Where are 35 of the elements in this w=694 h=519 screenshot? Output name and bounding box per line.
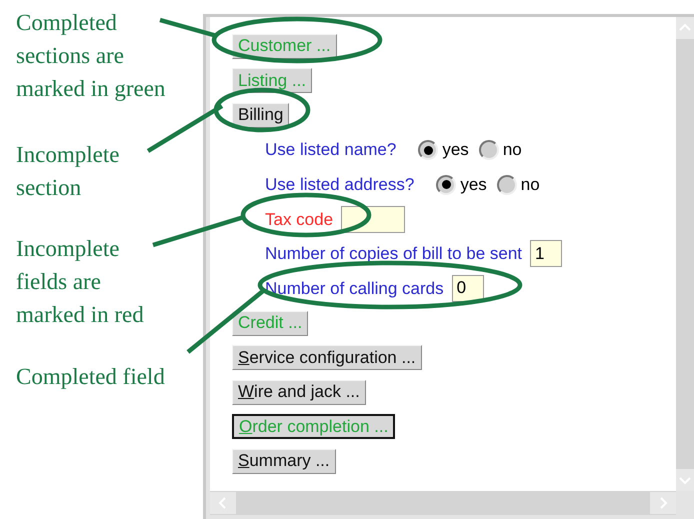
radio-button[interactable]: [418, 140, 438, 160]
horizontal-scrollbar[interactable]: [210, 491, 676, 515]
scroll-right-icon[interactable]: [650, 492, 676, 514]
field-label: Number of copies of bill to be sent: [265, 243, 522, 266]
callout-text: Incomplete: [16, 235, 120, 263]
section-button[interactable]: Wire and jack ...: [232, 380, 366, 405]
scroll-left-icon[interactable]: [210, 492, 236, 514]
input-field[interactable]: 0: [452, 274, 484, 302]
section-button[interactable]: Billing: [232, 102, 290, 128]
option-label: yes: [460, 174, 487, 196]
leader-line: [159, 18, 218, 38]
callout-text: fields are: [16, 268, 102, 296]
section-button[interactable]: Summary ...: [232, 448, 336, 474]
radio-button[interactable]: [496, 174, 517, 195]
callout-text: sections are: [16, 42, 125, 70]
option-label: yes: [442, 139, 469, 162]
scroll-up-icon[interactable]: [676, 17, 694, 39]
field-label: Use listed address?: [265, 174, 414, 196]
option-label: no: [520, 174, 540, 196]
section-button[interactable]: Service configuration ...: [232, 345, 422, 370]
callout-text: Incomplete: [16, 141, 120, 169]
callout-text: marked in green: [16, 75, 166, 103]
callout-text: Completed: [16, 9, 118, 37]
callout-text: Completed field: [16, 363, 165, 391]
callout-text: marked in red: [16, 301, 144, 329]
field-label: Tax code: [265, 208, 334, 231]
field-label: Number of calling cards: [265, 278, 444, 300]
callout-text: section: [16, 174, 82, 202]
option-label: no: [502, 139, 522, 162]
scroll-down-icon[interactable]: [676, 469, 694, 491]
input-field[interactable]: 1: [530, 240, 562, 268]
vertical-scrollbar[interactable]: [676, 17, 694, 491]
field-label: Use listed name?: [265, 139, 396, 162]
radio-button[interactable]: [478, 140, 499, 160]
radio-button[interactable]: [436, 174, 456, 195]
